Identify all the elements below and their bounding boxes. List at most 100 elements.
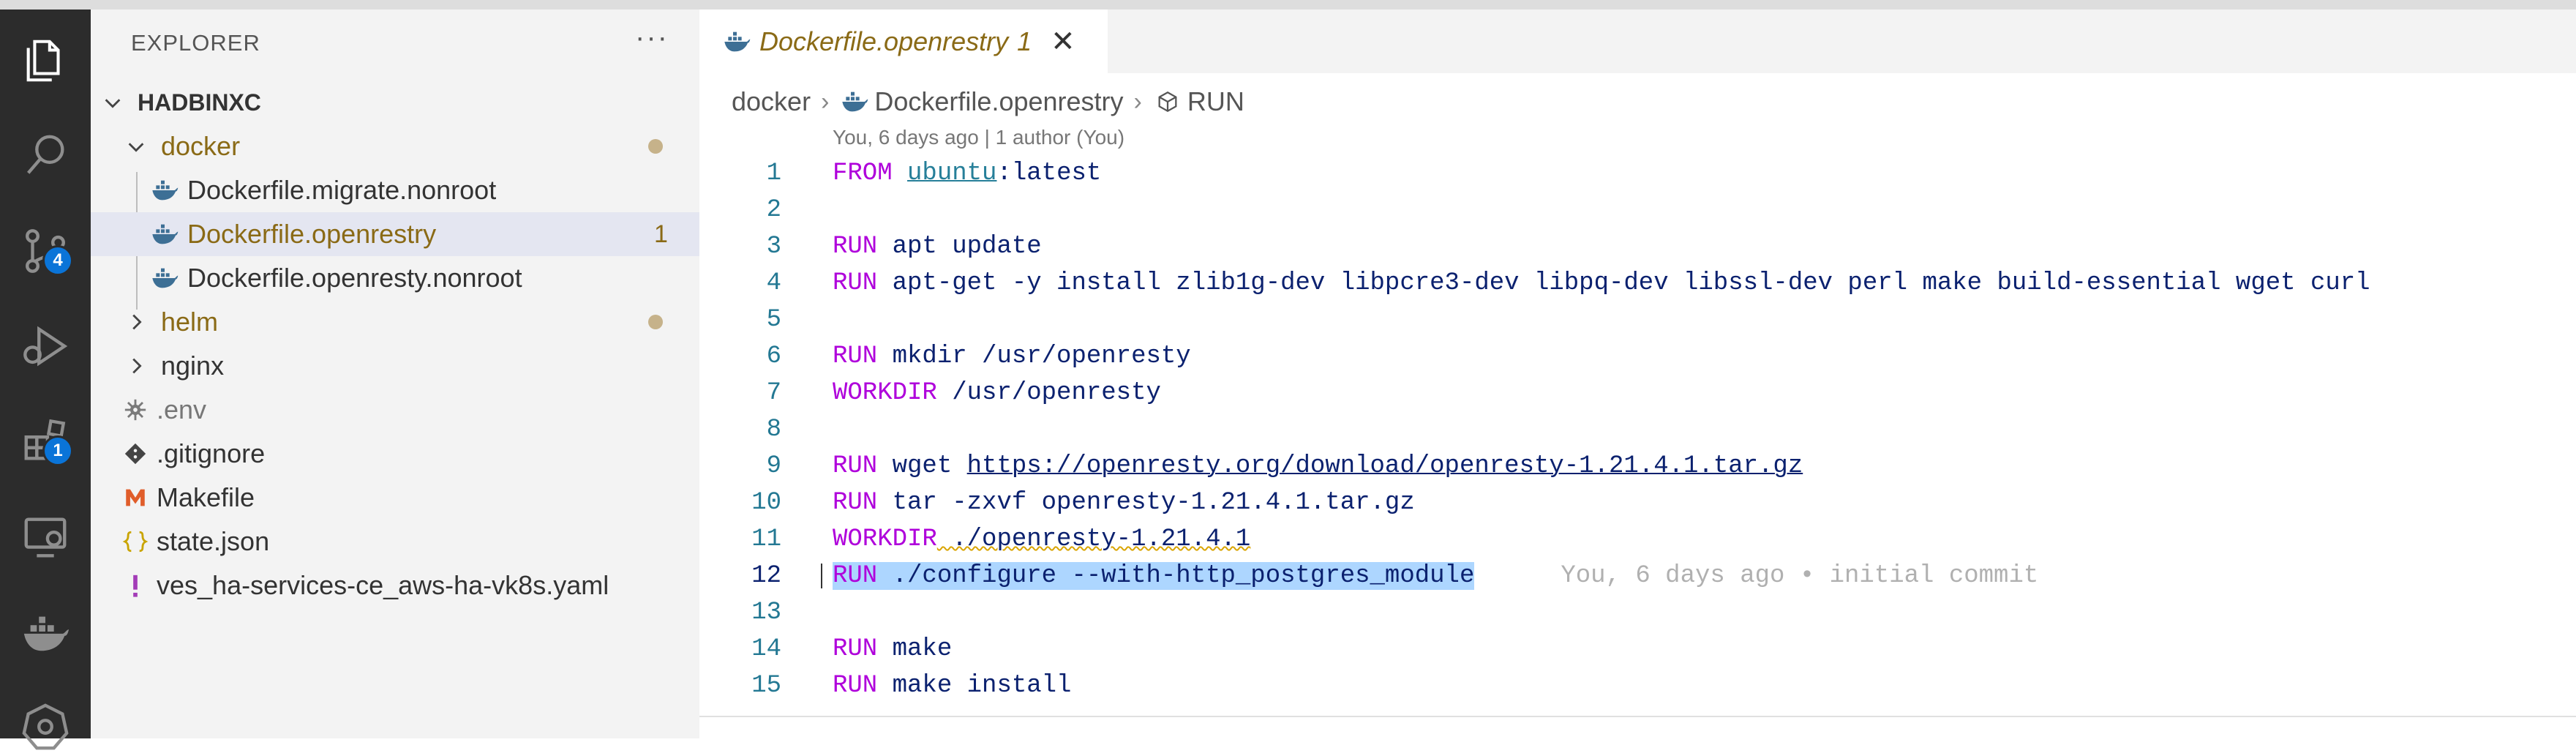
explorer-icon[interactable] — [16, 31, 75, 90]
tab-problem-count: 1 — [1017, 26, 1032, 56]
tree-item-label: Dockerfile.migrate.nonroot — [187, 175, 497, 205]
code-text: mkdir /usr/openresty — [877, 343, 1191, 370]
chevron-right-icon — [121, 307, 151, 337]
keyword: RUN — [833, 672, 878, 700]
breadcrumb-symbol[interactable]: RUN — [1187, 86, 1244, 117]
keyword: RUN — [833, 233, 878, 261]
search-icon[interactable] — [16, 127, 75, 185]
chevron-right-icon: › — [821, 87, 830, 116]
code-text: tar -zxvf openresty-1.21.4.1.tar.gz — [877, 489, 1415, 517]
tree-item-nginx[interactable]: nginx — [91, 344, 699, 388]
tree-item-label: Dockerfile.openrestry — [187, 219, 437, 249]
tree-item-label: Makefile — [157, 482, 255, 512]
tree-item-label: ves_ha-services-ce_aws-ha-vk8s.yaml — [157, 570, 609, 600]
line-number: 11 — [751, 525, 781, 553]
docker-file-icon — [839, 87, 870, 116]
line-number: 14 — [751, 635, 781, 663]
image-link[interactable]: ubuntu — [907, 160, 996, 187]
line-number: 13 — [751, 599, 781, 626]
tree-item-label: helm — [161, 307, 219, 337]
code-line: 14 RUN make — [699, 631, 2576, 667]
chevron-right-icon: › — [1133, 87, 1142, 116]
code-line: 10 RUN tar -zxvf openresty-1.21.4.1.tar.… — [699, 484, 2576, 521]
line-number: 12 — [751, 562, 781, 590]
run-debug-icon[interactable] — [16, 317, 75, 375]
line-number: 6 — [766, 343, 781, 370]
git-icon — [120, 439, 151, 468]
keyword: FROM — [833, 160, 893, 187]
extensions-badge: 1 — [42, 435, 73, 466]
keyword: RUN — [833, 562, 878, 590]
tree-item-label: docker — [161, 131, 241, 161]
code-text-warning[interactable]: ./openresty-1.21.4.1 — [937, 525, 1250, 553]
code-text: ./configure --with-http_postgres_module — [877, 562, 1475, 590]
root-folder[interactable]: HADBINXC — [91, 81, 699, 124]
editor-tab-bar: Dockerfile.openrestry 1 ✕ — [699, 10, 2576, 73]
tree-item-file[interactable]: .gitignore — [91, 432, 699, 476]
yaml-icon — [120, 571, 151, 600]
code-line: 6 RUN mkdir /usr/openresty — [699, 338, 2576, 375]
tab-title: Dockerfile.openrestry — [759, 26, 1009, 56]
docker-file-icon — [721, 27, 752, 56]
code-line: 2 — [699, 192, 2576, 228]
tree-item-file[interactable]: Dockerfile.openresty.nonroot — [91, 256, 699, 300]
window-top-strip — [0, 0, 2576, 10]
breadcrumb-folder[interactable]: docker — [732, 86, 811, 117]
gear-icon — [120, 395, 151, 424]
line-number: 7 — [766, 379, 781, 407]
docker-icon[interactable] — [16, 602, 75, 661]
modified-dot — [648, 315, 663, 329]
tree-item-file[interactable]: state.json — [91, 520, 699, 564]
selection: RUN ./configure --with-http_postgres_mod… — [833, 562, 1475, 590]
breadcrumb: docker › Dockerfile.openrestry › RUN — [732, 83, 1244, 120]
code-text: /usr/openresty — [936, 379, 1161, 407]
tree-item-file[interactable]: Makefile — [91, 476, 699, 520]
extensions-icon[interactable]: 1 — [16, 412, 75, 471]
code-line: 13 — [699, 594, 2576, 631]
tab-dockerfile-openrestry[interactable]: Dockerfile.openrestry 1 ✕ — [699, 10, 1108, 73]
blame-codelens[interactable]: You, 6 days ago | 1 author (You) — [833, 126, 1124, 149]
docker-file-icon — [149, 263, 180, 293]
chevron-right-icon — [121, 351, 151, 381]
line-number: 1 — [766, 160, 781, 187]
keyword: WORKDIR — [833, 525, 937, 553]
tree-item-label: .gitignore — [157, 438, 266, 468]
docker-file-icon — [149, 176, 180, 205]
code-text: apt update — [877, 233, 1042, 261]
tree-item-file[interactable]: .env — [91, 388, 699, 432]
code-text: apt-get -y install zlib1g-dev libpcre3-d… — [877, 269, 2370, 297]
code-line: 7 WORKDIR /usr/openresty — [699, 375, 2576, 411]
line-number: 4 — [766, 269, 781, 297]
remote-explorer-icon[interactable] — [16, 507, 75, 566]
line-number: 8 — [766, 416, 781, 444]
modified-dot — [648, 139, 663, 154]
docker-file-icon — [149, 220, 180, 249]
line-number: 5 — [766, 306, 781, 334]
close-icon[interactable]: ✕ — [1051, 25, 1075, 59]
keyword: RUN — [833, 489, 878, 517]
tree-item-label: state.json — [157, 526, 270, 556]
more-actions-icon[interactable]: ··· — [635, 21, 669, 54]
code-line: 9 RUN wget https://openresty.org/downloa… — [699, 448, 2576, 484]
download-link[interactable]: https://openresty.org/download/openresty… — [967, 452, 1803, 480]
tree-item-label: .env — [157, 394, 207, 424]
text-cursor — [821, 564, 822, 588]
tree-item-helm[interactable]: helm — [91, 300, 699, 344]
breadcrumb-file[interactable]: Dockerfile.openrestry — [874, 86, 1123, 117]
keyword: WORKDIR — [833, 379, 937, 407]
line-number: 9 — [766, 452, 781, 480]
keyword: RUN — [833, 452, 878, 480]
tree-item-file[interactable]: Dockerfile.migrate.nonroot — [91, 168, 699, 212]
source-control-badge: 4 — [42, 245, 73, 276]
kubernetes-icon[interactable] — [16, 697, 75, 756]
panel-divider — [699, 716, 2576, 717]
tree-item-docker[interactable]: docker — [91, 124, 699, 168]
source-control-icon[interactable]: 4 — [16, 222, 75, 280]
tree-item-file-selected[interactable]: Dockerfile.openrestry 1 — [91, 212, 699, 256]
tree-item-file[interactable]: ves_ha-services-ce_aws-ha-vk8s.yaml — [91, 564, 699, 607]
activity-bar: 4 1 — [0, 10, 91, 750]
code-line: 1 FROM ubuntu:latest — [699, 155, 2576, 192]
explorer-title: EXPLORER — [131, 30, 260, 56]
tree-item-label: Dockerfile.openresty.nonroot — [187, 263, 522, 293]
tree-item-label: nginx — [161, 351, 225, 381]
